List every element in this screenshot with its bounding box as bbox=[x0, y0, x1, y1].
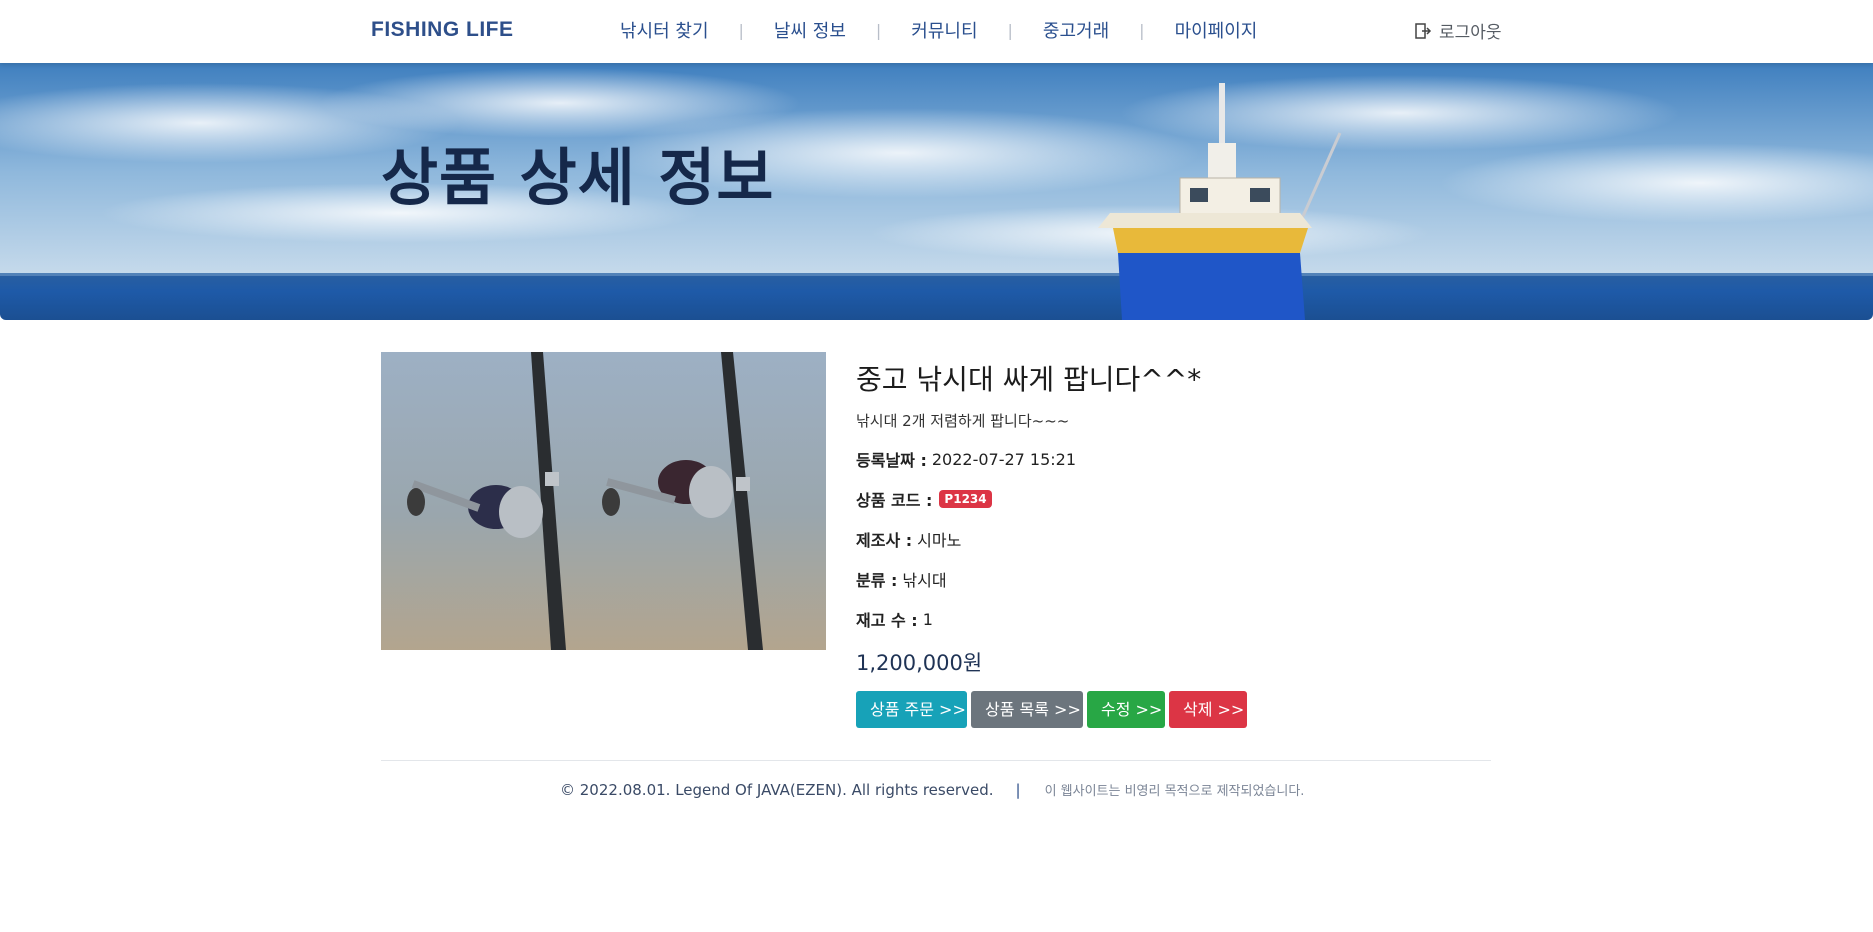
stock-value: 1 bbox=[922, 609, 933, 629]
delete-button[interactable]: 삭제 >> bbox=[1169, 691, 1247, 728]
nav-item-community[interactable]: 커뮤니티 bbox=[911, 17, 977, 43]
menu-divider: | bbox=[875, 20, 882, 40]
product-image bbox=[381, 352, 826, 650]
maker-label: 제조사 : bbox=[856, 531, 913, 550]
date-label: 등록날짜 : bbox=[856, 451, 927, 470]
logout-link[interactable]: 로그아웃 bbox=[1414, 18, 1502, 43]
date-value: 2022-07-27 15:21 bbox=[931, 449, 1077, 469]
menu-divider: | bbox=[1139, 20, 1145, 40]
category-value: 낚시대 bbox=[902, 571, 947, 590]
page-banner: 상품 상세 정보 bbox=[0, 63, 1873, 320]
category-label: 분류 : bbox=[856, 571, 898, 590]
fishing-rod-photo bbox=[381, 352, 826, 650]
brand-logo[interactable]: FISHING LIFE bbox=[371, 18, 514, 42]
product-title: 중고 낚시대 싸게 팝니다^^* bbox=[856, 363, 1202, 396]
product-price: 1,200,000원 bbox=[856, 651, 983, 675]
menu-divider: | bbox=[738, 20, 744, 40]
footer-divider bbox=[381, 760, 1491, 761]
order-button[interactable]: 상품 주문 >> bbox=[856, 691, 967, 728]
main-menu: 낚시터 찾기 | 날씨 정보 | 커뮤니티 | 중고거래 | 마이페이지 bbox=[620, 17, 1257, 43]
logout-icon bbox=[1415, 22, 1432, 39]
page-title: 상품 상세 정보 bbox=[381, 141, 775, 214]
category-row: 분류 : 낚시대 bbox=[856, 567, 1416, 591]
footer: © 2022.08.01. Legend Of JAVA(EZEN). All … bbox=[560, 780, 1305, 800]
product-code-row: 상품 코드 : P1234 bbox=[856, 487, 1416, 511]
action-buttons: 상품 주문 >> 상품 목록 >> 수정 >> 삭제 >> bbox=[856, 691, 1416, 728]
registered-date-row: 등록날짜 : 2022-07-27 15:21 bbox=[856, 447, 1416, 471]
edit-button[interactable]: 수정 >> bbox=[1087, 691, 1165, 728]
code-label: 상품 코드 : bbox=[856, 491, 933, 510]
product-code-badge: P1234 bbox=[939, 490, 992, 508]
product-description: 낚시대 2개 저렴하게 팝니다~~~ bbox=[856, 412, 1070, 430]
stock-row: 재고 수 : 1 bbox=[856, 607, 1416, 631]
menu-divider: | bbox=[1007, 20, 1013, 40]
copyright-text: © 2022.08.01. Legend Of JAVA(EZEN). All … bbox=[560, 780, 994, 799]
maker-value: 시마노 bbox=[917, 531, 962, 550]
stock-label: 재고 수 : bbox=[856, 611, 918, 630]
product-list-button[interactable]: 상품 목록 >> bbox=[971, 691, 1083, 728]
ocean-boat-illustration bbox=[0, 63, 1873, 320]
nav-item-used-market[interactable]: 중고거래 bbox=[1043, 17, 1109, 43]
nonprofit-note: 이 웹사이트는 비영리 목적으로 제작되었습니다. bbox=[1044, 784, 1305, 799]
footer-separator: | bbox=[1015, 780, 1021, 799]
top-navbar: FISHING LIFE 낚시터 찾기 | 날씨 정보 | 커뮤니티 | 중고거… bbox=[0, 0, 1873, 63]
nav-item-mypage[interactable]: 마이페이지 bbox=[1175, 17, 1258, 43]
maker-row: 제조사 : 시마노 bbox=[856, 527, 1416, 551]
logout-label: 로그아웃 bbox=[1439, 23, 1502, 43]
product-info: 중고 낚시대 싸게 팝니다^^* 낚시대 2개 저렴하게 팝니다~~~ 등록날짜… bbox=[856, 352, 1416, 728]
nav-item-weather[interactable]: 날씨 정보 bbox=[774, 17, 846, 43]
nav-item-fishing-spot[interactable]: 낚시터 찾기 bbox=[620, 17, 709, 43]
